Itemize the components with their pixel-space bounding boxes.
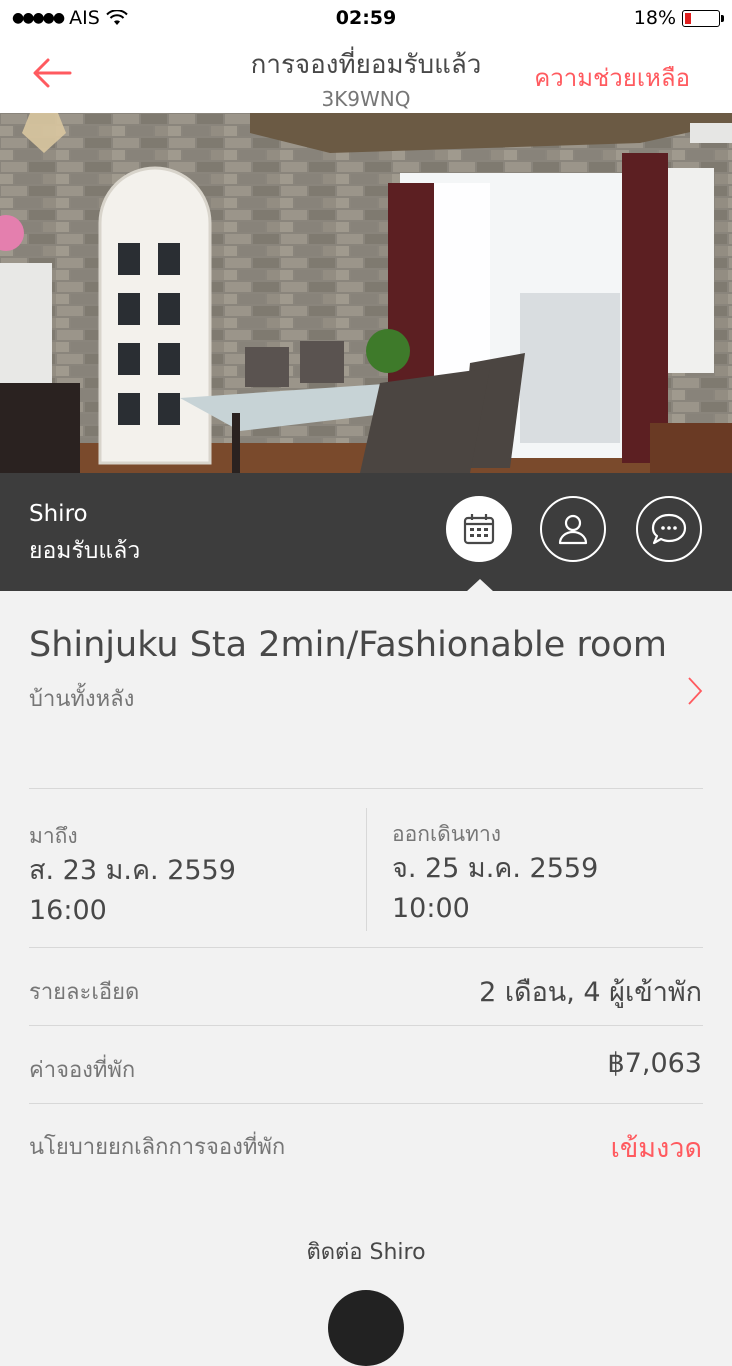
itinerary-tab[interactable] [446,496,512,562]
checkin-date: ส. 23 ม.ค. 2559 [29,855,236,886]
host-profile-tab[interactable] [540,496,606,562]
nav-bar: การจองที่ยอมรับแล้ว 3K9WNQ ความช่วยเหลือ [0,36,732,113]
room-photo-illustration [0,113,732,473]
details-value: 2 เดือน, 4 ผู้เข้าพัก [479,977,702,1008]
listing-link[interactable]: Shinjuku Sta 2min/Fashionable room บ้านท… [29,620,669,716]
person-icon [558,514,588,545]
checkout-date: จ. 25 ม.ค. 2559 [392,853,599,884]
chevron-right-icon[interactable] [684,674,706,708]
booking-status: ยอมรับแล้ว [29,538,141,564]
checkin-label: มาถึง [29,824,78,848]
checkout-time: 10:00 [392,893,470,924]
host-avatar[interactable] [328,1290,404,1366]
calendar-icon [463,514,495,545]
divider [29,947,703,948]
contact-host-label: ติดต่อ Shiro [306,1240,426,1265]
divider [29,788,703,789]
listing-type: บ้านทั้งหลัง [29,687,135,712]
chat-bubble-icon [651,513,687,545]
cancellation-policy-link[interactable]: เข้มงวด [611,1126,702,1169]
cancellation-policy-label: นโยบายยกเลิกการจองที่พัก [29,1135,286,1160]
battery-percent: 18% [633,7,676,29]
price-label: ค่าจองที่พัก [29,1058,136,1083]
listing-title: Shinjuku Sta 2min/Fashionable room [29,625,667,665]
help-button[interactable]: ความช่วยเหลือ [534,58,690,97]
status-bar: ●●●●● AIS 02:59 18% [0,0,732,36]
status-right: 18% [633,7,724,29]
host-name: Shiro [29,501,88,527]
checkin-time: 16:00 [29,895,107,926]
column-divider [366,808,367,931]
clock: 02:59 [335,7,397,29]
listing-photo[interactable] [0,113,732,473]
price-value[interactable]: ฿7,063 [608,1048,702,1079]
battery-icon [682,9,724,27]
message-tab[interactable] [636,496,702,562]
host-bar: Shiro ยอมรับแล้ว [0,473,732,592]
checkout-label: ออกเดินทาง [392,822,501,846]
divider [29,1103,703,1104]
active-tab-pointer [466,579,494,592]
divider [29,1025,703,1026]
details-label: รายละเอียด [29,980,140,1005]
